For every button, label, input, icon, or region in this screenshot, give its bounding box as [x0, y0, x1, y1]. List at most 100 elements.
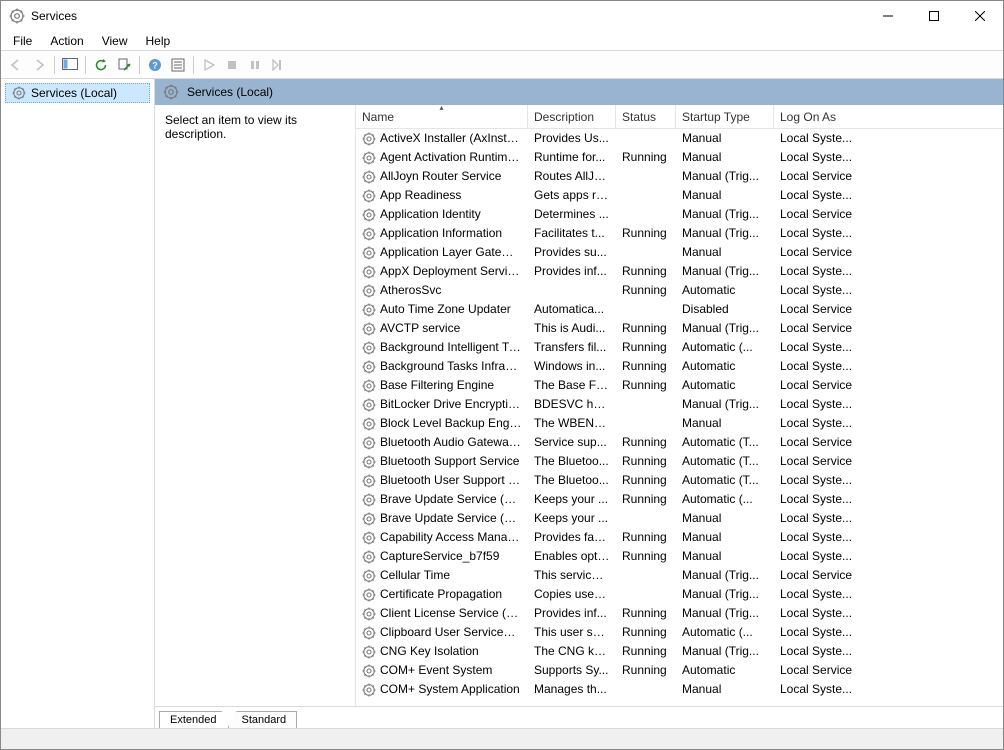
start-service-button[interactable] [198, 54, 220, 76]
service-logon: Local Syste... [774, 490, 862, 509]
service-logon: Local Syste... [774, 395, 862, 414]
service-startup: Automatic (T... [676, 471, 774, 490]
service-row[interactable]: Auto Time Zone UpdaterAutomatica...Disab… [356, 300, 1003, 319]
refresh-button[interactable] [90, 54, 112, 76]
column-header-logon[interactable]: Log On As [774, 105, 862, 128]
service-description: The Base Fil... [528, 376, 616, 395]
tab-standard[interactable]: Standard [228, 711, 297, 728]
service-row[interactable]: Application InformationFacilitates t...R… [356, 224, 1003, 243]
service-row[interactable]: CNG Key IsolationThe CNG ke...RunningMan… [356, 642, 1003, 661]
service-logon: Local Service [774, 205, 862, 224]
service-row[interactable]: Bluetooth Support ServiceThe Bluetoo...R… [356, 452, 1003, 471]
list-rows[interactable]: ActiveX Installer (AxInstSV)Provides Us.… [356, 129, 1003, 706]
service-row[interactable]: App ReadinessGets apps re...ManualLocal … [356, 186, 1003, 205]
maximize-button[interactable] [911, 1, 957, 31]
service-startup: Automatic [676, 661, 774, 680]
toolbar-separator [139, 56, 140, 74]
pause-service-button[interactable] [244, 54, 266, 76]
close-button[interactable] [957, 1, 1003, 31]
gear-icon [362, 151, 376, 165]
service-row[interactable]: Background Tasks Infrastruc...Windows in… [356, 357, 1003, 376]
service-row[interactable]: Cellular TimeThis service ...Manual (Tri… [356, 566, 1003, 585]
forward-button[interactable] [28, 54, 50, 76]
service-startup: Manual (Trig... [676, 224, 774, 243]
service-logon: Local Service [774, 300, 862, 319]
stop-service-button[interactable] [221, 54, 243, 76]
service-row[interactable]: Clipboard User Service_b7f59This user se… [356, 623, 1003, 642]
service-row[interactable]: Base Filtering EngineThe Base Fil...Runn… [356, 376, 1003, 395]
show-hide-tree-button[interactable] [59, 54, 81, 76]
service-row[interactable]: CaptureService_b7f59Enables opti...Runni… [356, 547, 1003, 566]
service-row[interactable]: Agent Activation Runtime_...Runtime for.… [356, 148, 1003, 167]
service-row[interactable]: ActiveX Installer (AxInstSV)Provides Us.… [356, 129, 1003, 148]
properties-button[interactable] [167, 54, 189, 76]
gear-icon [362, 246, 376, 260]
service-row[interactable]: Client License Service (ClipS...Provides… [356, 604, 1003, 623]
service-row[interactable]: AVCTP serviceThis is Audi...RunningManua… [356, 319, 1003, 338]
service-name: Certificate Propagation [380, 585, 502, 604]
service-row[interactable]: COM+ Event SystemSupports Sy...RunningAu… [356, 661, 1003, 680]
column-header-status[interactable]: Status [616, 105, 676, 128]
tree-item-services-local[interactable]: Services (Local) [5, 83, 150, 103]
menu-action[interactable]: Action [42, 32, 91, 50]
service-row[interactable]: AllJoyn Router ServiceRoutes AllJo...Man… [356, 167, 1003, 186]
service-logon: Local Service [774, 452, 862, 471]
gear-icon [362, 379, 376, 393]
service-name: Application Layer Gateway ... [380, 243, 522, 262]
service-status: Running [616, 357, 676, 376]
gear-icon [362, 569, 376, 583]
service-row[interactable]: Bluetooth Audio Gateway S...Service sup.… [356, 433, 1003, 452]
service-row[interactable]: AppX Deployment Service (...Provides inf… [356, 262, 1003, 281]
service-row[interactable]: Capability Access Manager ...Provides fa… [356, 528, 1003, 547]
content-title: Services (Local) [187, 85, 273, 99]
gear-icon [362, 588, 376, 602]
service-row[interactable]: Certificate PropagationCopies user ...Ma… [356, 585, 1003, 604]
service-logon: Local Syste... [774, 623, 862, 642]
menu-file[interactable]: File [5, 32, 40, 50]
description-text: Select an item to view its description. [165, 113, 297, 141]
menu-help[interactable]: Help [138, 32, 179, 50]
service-description: Provides Us... [528, 129, 616, 148]
column-header-description[interactable]: Description [528, 105, 616, 128]
service-status: Running [616, 452, 676, 471]
back-button[interactable] [5, 54, 27, 76]
service-description: Keeps your ... [528, 509, 616, 528]
services-app-icon [9, 8, 25, 24]
export-button[interactable] [113, 54, 135, 76]
restart-service-button[interactable] [267, 54, 289, 76]
column-header-startup[interactable]: Startup Type [676, 105, 774, 128]
service-row[interactable]: Background Intelligent Tran...Transfers … [356, 338, 1003, 357]
service-row[interactable]: COM+ System ApplicationManages th...Manu… [356, 680, 1003, 699]
service-row[interactable]: Brave Update Service (brave)Keeps your .… [356, 490, 1003, 509]
gear-icon [12, 86, 26, 100]
service-name: Capability Access Manager ... [380, 528, 522, 547]
tab-extended[interactable]: Extended [159, 711, 229, 728]
service-startup: Manual [676, 509, 774, 528]
statusbar [1, 729, 1003, 749]
service-row[interactable]: AtherosSvcRunningAutomaticLocal Syste... [356, 281, 1003, 300]
service-startup: Manual (Trig... [676, 585, 774, 604]
service-row[interactable]: Application Layer Gateway ...Provides su… [356, 243, 1003, 262]
service-description: Keeps your ... [528, 490, 616, 509]
service-name: COM+ System Application [380, 680, 520, 699]
column-header-label: Status [622, 110, 656, 124]
service-logon: Local Service [774, 243, 862, 262]
service-row[interactable]: Bluetooth User Support Ser...The Bluetoo… [356, 471, 1003, 490]
service-row[interactable]: Block Level Backup Engine ...The WBENG..… [356, 414, 1003, 433]
gear-icon [362, 417, 376, 431]
sort-asc-icon: ▴ [439, 103, 443, 112]
service-row[interactable]: Brave Update Service (brave...Keeps your… [356, 509, 1003, 528]
menu-view[interactable]: View [94, 32, 136, 50]
service-row[interactable]: BitLocker Drive Encryption ...BDESVC hos… [356, 395, 1003, 414]
column-header-name[interactable]: Name ▴ [356, 105, 528, 128]
service-status: Running [616, 338, 676, 357]
service-startup: Manual (Trig... [676, 205, 774, 224]
service-row[interactable]: Application IdentityDetermines ...Manual… [356, 205, 1003, 224]
service-startup: Manual (Trig... [676, 167, 774, 186]
service-name: AVCTP service [380, 319, 460, 338]
service-description: The WBENG... [528, 414, 616, 433]
help-button[interactable]: ? [144, 54, 166, 76]
service-startup: Manual (Trig... [676, 566, 774, 585]
gear-icon [362, 322, 376, 336]
minimize-button[interactable] [865, 1, 911, 31]
